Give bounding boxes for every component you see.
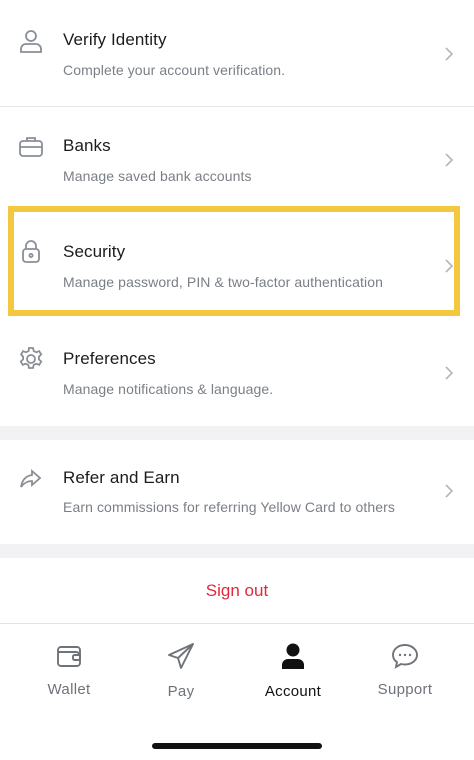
tab-label: Wallet [47,681,91,698]
menu-item-refer-and-earn[interactable]: Refer and Earn Earn commissions for refe… [0,440,474,544]
chevron-right-icon [445,259,454,273]
menu-item-subtitle: Manage password, PIN & two-factor authen… [63,274,383,290]
lock-icon [22,240,40,263]
chevron-right-icon [445,484,454,498]
menu-item-title: Security [63,242,126,261]
tab-label: Support [377,681,433,698]
menu-item-title: Refer and Earn [63,468,180,487]
tab-label: Pay [167,683,195,700]
wallet-icon [57,646,81,667]
menu-item-subtitle: Complete your account verification. [63,62,286,78]
gear-icon [19,347,43,369]
menu-item-subtitle: Manage notifications & language. [63,381,274,397]
chevron-right-icon [445,153,454,167]
chevron-right-icon [445,366,454,380]
menu-item-title: Verify Identity [63,30,167,49]
share-arrow-icon [20,469,42,488]
menu-item-title: Preferences [63,349,156,368]
tab-wallet[interactable]: Wallet [10,624,128,714]
section-gap [0,544,474,558]
menu-item-subtitle: Manage saved bank accounts [63,168,252,184]
paper-plane-icon [168,643,194,669]
section-gap [0,426,474,440]
menu-item-security[interactable]: Security Manage password, PIN & two-fact… [0,213,474,319]
chat-bubble-icon [392,644,418,669]
briefcase-icon [19,137,43,157]
tab-support[interactable]: Support [346,624,464,714]
menu-item-banks[interactable]: Banks Manage saved bank accounts [0,107,474,213]
menu-item-title: Banks [63,136,111,155]
menu-item-verify-identity[interactable]: Verify Identity Complete your account ve… [0,0,474,106]
account-person-icon [282,643,304,669]
home-indicator [152,743,322,749]
menu-item-preferences[interactable]: Preferences Manage notifications & langu… [0,322,474,426]
tab-account[interactable]: Account [234,624,352,714]
sign-out-button[interactable]: Sign out [0,563,474,619]
menu-item-subtitle: Earn commissions for referring Yellow Ca… [63,499,396,515]
tab-pay[interactable]: Pay [122,624,240,714]
tab-label: Account [264,683,322,700]
bottom-tab-bar: Wallet Pay Account Support [0,623,474,760]
chevron-right-icon [445,47,454,61]
person-icon [20,30,42,53]
